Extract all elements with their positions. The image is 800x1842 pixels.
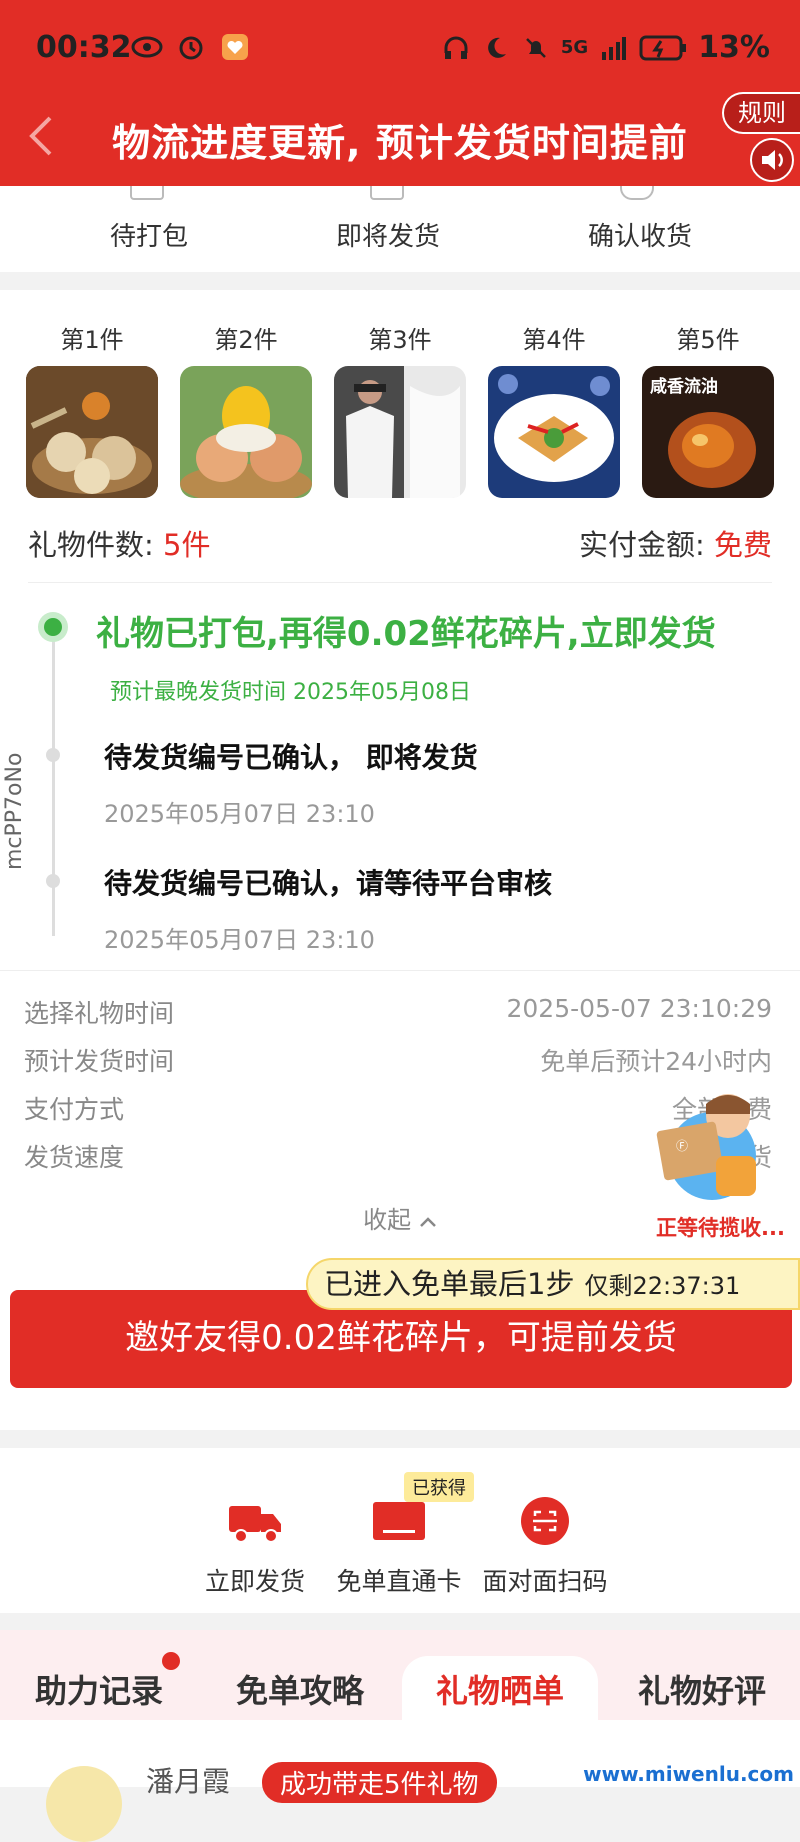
divider — [0, 970, 800, 971]
courier-mascot-icon[interactable]: Ⓕ — [650, 1086, 770, 1204]
timeline-dot — [46, 874, 60, 888]
timeline-dot-active — [44, 618, 62, 636]
status-time: 00:32 — [36, 30, 132, 65]
divider — [28, 582, 772, 583]
site-watermark: www.miwenlu.com — [583, 1762, 794, 1786]
tab-help-records[interactable]: 助力记录 — [14, 1656, 184, 1726]
info-label: 预计发货时间 — [24, 1047, 175, 1076]
paid-amount: 实付金额: 免费 — [579, 522, 772, 564]
mascot-status: 正等待揽收... — [656, 1216, 785, 1240]
timeline-entry-time: 2025年05月07日 23:10 — [104, 800, 375, 828]
paid-amount-value: 免费 — [713, 528, 772, 562]
item-label: 第3件 — [368, 326, 432, 354]
timeline-dot — [46, 748, 60, 762]
action-label: 面对面扫码 — [482, 1567, 608, 1596]
timeline-entry-text: 待发货编号已确认， 即将发货 — [104, 741, 478, 774]
tab-gift-reviews[interactable]: 礼物好评 — [612, 1656, 792, 1726]
step-confirm: 确认收货 — [588, 222, 693, 252]
action-label: 免单直通卡 — [336, 1567, 462, 1596]
info-value: 免单后预计24小时内 — [540, 1047, 772, 1076]
timeline-main-status: 礼物已打包,再得0.02鲜花碎片,立即发货 — [96, 614, 716, 654]
timeline-line — [52, 626, 55, 936]
item-thumb-white-tshirt[interactable] — [334, 366, 466, 498]
card-icon — [371, 1496, 427, 1546]
item-thumb-eggs-basket[interactable] — [26, 366, 158, 498]
info-label: 选择礼物时间 — [24, 999, 175, 1028]
step-icon-stub — [130, 186, 164, 200]
item-thumb-salted-egg-promo[interactable]: 咸香流油 — [642, 366, 774, 498]
rules-button[interactable]: 规则 — [722, 92, 800, 134]
gift-count: 礼物件数: 5件 — [28, 522, 210, 564]
svg-text:Ⓕ: Ⓕ — [676, 1139, 688, 1153]
moon-icon — [481, 33, 511, 63]
app-badge-icon — [218, 32, 252, 62]
progress-steps: 待打包 即将发货 确认收货 — [0, 186, 800, 272]
watermark-text: mcPP7oNo — [2, 752, 27, 870]
item-label: 第1件 — [60, 326, 124, 354]
network-label: 5G — [560, 37, 589, 58]
item-label: 第4件 — [522, 326, 586, 354]
action-bar: 立即发货 免单直通卡 已获得 面对面扫码 — [0, 1448, 800, 1613]
item-label: 第2件 — [214, 326, 278, 354]
action-label: 立即发货 — [204, 1567, 305, 1596]
tab-free-guide[interactable]: 免单攻略 — [210, 1656, 390, 1726]
info-label: 发货速度 — [24, 1143, 125, 1172]
signal-icon — [598, 33, 628, 63]
status-left-icons — [130, 32, 252, 62]
countdown-text: 仅剩22:37:31 — [584, 1272, 741, 1300]
tip-text: 已进入免单最后1步 — [324, 1267, 575, 1301]
item-thumb-egg-dish[interactable] — [488, 366, 620, 498]
timeline-entry-text: 待发货编号已确认，请等待平台审核 — [104, 867, 553, 900]
timeline-entry-time: 2025年05月07日 23:10 — [104, 926, 375, 954]
battery-icon — [638, 33, 688, 63]
timeline-main-sub: 预计最晚发货时间 2025年05月08日 — [110, 680, 471, 705]
status-right: 5G 13% — [441, 30, 770, 65]
user-name: 潘月霞 — [146, 1765, 231, 1798]
mute-bell-icon — [521, 33, 551, 63]
thumb-overlay-text: 咸香流油 — [650, 377, 718, 397]
ship-now-action[interactable]: 立即发货 — [190, 1496, 320, 1598]
info-value: 2025-05-07 23:10:29 — [506, 994, 772, 1023]
free-pass-card-action[interactable]: 免单直通卡 — [334, 1496, 464, 1598]
item-thumb-salted-eggs[interactable] — [180, 366, 312, 498]
speaker-icon[interactable] — [750, 138, 794, 182]
step-pack: 待打包 — [110, 222, 189, 252]
alarm-icon — [174, 32, 208, 62]
step-icon-stub — [620, 186, 654, 200]
chevron-up-icon — [419, 1217, 436, 1227]
info-label: 支付方式 — [24, 1095, 125, 1124]
page-title: 物流进度更新, 预计发货时间提前 — [112, 121, 688, 165]
avatar[interactable] — [46, 1766, 122, 1842]
gift-count-label: 礼物件数: — [28, 528, 163, 562]
status-bar: 00:32 5G 13% — [0, 0, 800, 100]
headphones-icon — [441, 33, 471, 63]
tab-gift-showcase[interactable]: 礼物晒单 — [402, 1656, 598, 1756]
battery-percent: 13% — [698, 30, 770, 65]
paid-amount-label: 实付金额: — [578, 528, 714, 562]
truck-icon — [227, 1496, 283, 1546]
step-icon-stub — [370, 186, 404, 200]
top-header: 00:32 5G 13% 物流进度更新, 预计发货时间提前 规则 — [0, 0, 800, 186]
eye-icon — [130, 32, 164, 62]
scan-icon — [517, 1496, 573, 1546]
face-to-face-scan-action[interactable]: 面对面扫码 — [480, 1496, 610, 1598]
gift-count-value: 5件 — [163, 528, 211, 562]
notification-dot — [162, 1652, 180, 1670]
achievement-pill: 成功带走5件礼物 — [262, 1762, 497, 1803]
final-step-tip: 已进入免单最后1步 仅剩22:37:31 — [306, 1258, 800, 1310]
collapse-label: 收起 — [363, 1206, 412, 1234]
item-label: 第5件 — [676, 326, 740, 354]
step-ship: 即将发货 — [336, 222, 441, 252]
obtained-badge: 已获得 — [404, 1472, 474, 1502]
